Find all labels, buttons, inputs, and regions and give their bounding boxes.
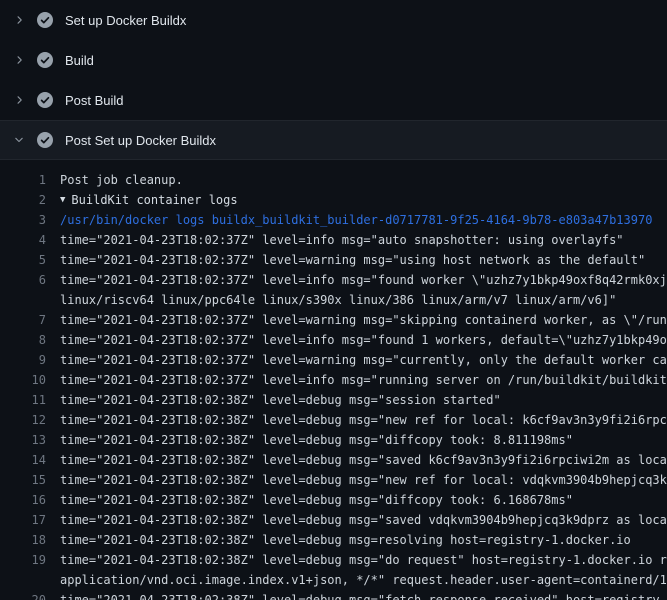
log-line-number[interactable]: 2	[0, 190, 46, 210]
log-line: 17 ▼ time="2021-04-23T18:02:38Z" level=d…	[0, 510, 667, 530]
log-line-text: time="2021-04-23T18:02:37Z" level=info m…	[60, 370, 667, 390]
log-line-text: /usr/bin/docker logs buildx_buildkit_bui…	[60, 210, 667, 230]
log-line: 6 ▼ time="2021-04-23T18:02:37Z" level=in…	[0, 270, 667, 290]
log-line-number[interactable]: 18	[0, 530, 46, 550]
step-log: 1 ▼ Post job cleanup. 2 ▼ BuildKit conta…	[0, 160, 667, 600]
workflow-step: Set up Docker Buildx	[0, 0, 667, 40]
check-circle-icon	[37, 12, 53, 28]
log-line-text: time="2021-04-23T18:02:37Z" level=info m…	[60, 230, 667, 250]
log-line-text: BuildKit container logs	[71, 190, 667, 210]
log-line-text: time="2021-04-23T18:02:38Z" level=debug …	[60, 530, 667, 550]
log-line-number[interactable]: 11	[0, 390, 46, 410]
log-line: 15 ▼ time="2021-04-23T18:02:38Z" level=d…	[0, 470, 667, 490]
log-line-number[interactable]: 12	[0, 410, 46, 430]
log-line: 10 ▼ time="2021-04-23T18:02:37Z" level=i…	[0, 370, 667, 390]
chevron-down-icon	[13, 134, 25, 146]
step-label: Post Set up Docker Buildx	[65, 133, 216, 148]
log-line: 8 ▼ time="2021-04-23T18:02:37Z" level=in…	[0, 330, 667, 350]
workflow-step: Build	[0, 40, 667, 80]
step-label: Set up Docker Buildx	[65, 13, 186, 28]
step-header[interactable]: Set up Docker Buildx	[0, 0, 667, 40]
log-line-text: time="2021-04-23T18:02:38Z" level=debug …	[60, 470, 667, 490]
log-line-number[interactable]: 6	[0, 270, 46, 290]
log-line-number[interactable]: 5	[0, 250, 46, 270]
log-line-number[interactable]: 3	[0, 210, 46, 230]
log-line-text: time="2021-04-23T18:02:37Z" level=info m…	[60, 270, 667, 290]
log-line-number[interactable]: 19	[0, 550, 46, 570]
log-line-number[interactable]: 1	[0, 170, 46, 190]
log-line: 20 ▼ time="2021-04-23T18:02:38Z" level=d…	[0, 590, 667, 600]
log-line-text: time="2021-04-23T18:02:38Z" level=debug …	[60, 450, 667, 470]
log-line-text: time="2021-04-23T18:02:38Z" level=debug …	[60, 590, 667, 600]
log-line-text: linux/riscv64 linux/ppc64le linux/s390x …	[60, 290, 667, 310]
log-line-number[interactable]: 10	[0, 370, 46, 390]
log-line-number[interactable]: 7	[0, 310, 46, 330]
log-line: 11 ▼ time="2021-04-23T18:02:38Z" level=d…	[0, 390, 667, 410]
workflow-step: Post Set up Docker Buildx 1 ▼ Post job c…	[0, 120, 667, 600]
log-line-number[interactable]: 9	[0, 350, 46, 370]
log-line-text: time="2021-04-23T18:02:38Z" level=debug …	[60, 410, 667, 430]
chevron-right-icon	[13, 94, 25, 106]
log-line: 1 ▼ Post job cleanup.	[0, 170, 667, 190]
log-line-text: time="2021-04-23T18:02:38Z" level=debug …	[60, 550, 667, 570]
log-line-number[interactable]: 8	[0, 330, 46, 350]
check-circle-icon	[37, 52, 53, 68]
log-line: 19 ▼ time="2021-04-23T18:02:38Z" level=d…	[0, 550, 667, 570]
chevron-right-icon	[13, 14, 25, 26]
log-line-text: time="2021-04-23T18:02:37Z" level=warnin…	[60, 350, 667, 370]
log-line-number[interactable]: 17	[0, 510, 46, 530]
step-header[interactable]: Post Set up Docker Buildx	[0, 120, 667, 160]
log-line-number[interactable]: 16	[0, 490, 46, 510]
log-line: 13 ▼ time="2021-04-23T18:02:38Z" level=d…	[0, 430, 667, 450]
log-line: 14 ▼ time="2021-04-23T18:02:38Z" level=d…	[0, 450, 667, 470]
log-line-text: time="2021-04-23T18:02:38Z" level=debug …	[60, 430, 667, 450]
log-line-text: time="2021-04-23T18:02:38Z" level=debug …	[60, 510, 667, 530]
log-line-text: application/vnd.oci.image.index.v1+json,…	[60, 570, 667, 590]
steps-list: Set up Docker Buildx Build Post Build Po…	[0, 0, 667, 600]
log-line-text: time="2021-04-23T18:02:37Z" level=info m…	[60, 330, 667, 350]
log-line: 9 ▼ time="2021-04-23T18:02:37Z" level=wa…	[0, 350, 667, 370]
workflow-step: Post Build	[0, 80, 667, 120]
step-label: Build	[65, 53, 94, 68]
log-line: 5 ▼ time="2021-04-23T18:02:37Z" level=wa…	[0, 250, 667, 270]
log-line-text: time="2021-04-23T18:02:38Z" level=debug …	[60, 390, 667, 410]
log-line: 12 ▼ time="2021-04-23T18:02:38Z" level=d…	[0, 410, 667, 430]
log-line: 18 ▼ time="2021-04-23T18:02:38Z" level=d…	[0, 530, 667, 550]
log-line: ▼ application/vnd.oci.image.index.v1+jso…	[0, 570, 667, 590]
chevron-right-icon	[13, 54, 25, 66]
step-header[interactable]: Post Build	[0, 80, 667, 120]
check-circle-icon	[37, 92, 53, 108]
log-line-number[interactable]: 15	[0, 470, 46, 490]
log-line: 7 ▼ time="2021-04-23T18:02:37Z" level=wa…	[0, 310, 667, 330]
log-line[interactable]: 2 ▼ BuildKit container logs	[0, 190, 667, 210]
log-line-text: time="2021-04-23T18:02:37Z" level=warnin…	[60, 250, 667, 270]
log-line: 16 ▼ time="2021-04-23T18:02:38Z" level=d…	[0, 490, 667, 510]
log-line-text: time="2021-04-23T18:02:38Z" level=debug …	[60, 490, 667, 510]
log-line-number[interactable]: 13	[0, 430, 46, 450]
log-line-text: Post job cleanup.	[60, 170, 667, 190]
log-line: 3 ▼ /usr/bin/docker logs buildx_buildkit…	[0, 210, 667, 230]
step-header[interactable]: Build	[0, 40, 667, 80]
log-line: 4 ▼ time="2021-04-23T18:02:37Z" level=in…	[0, 230, 667, 250]
step-label: Post Build	[65, 93, 124, 108]
log-line-number[interactable]: 20	[0, 590, 46, 600]
actions-log-viewer: Set up Docker Buildx Build Post Build Po…	[0, 0, 667, 600]
check-circle-icon	[37, 132, 53, 148]
log-line-number[interactable]: 14	[0, 450, 46, 470]
log-line-text: time="2021-04-23T18:02:37Z" level=warnin…	[60, 310, 667, 330]
group-caret-icon: ▼	[60, 190, 65, 210]
log-line: ▼ linux/riscv64 linux/ppc64le linux/s390…	[0, 290, 667, 310]
log-line-number[interactable]: 4	[0, 230, 46, 250]
